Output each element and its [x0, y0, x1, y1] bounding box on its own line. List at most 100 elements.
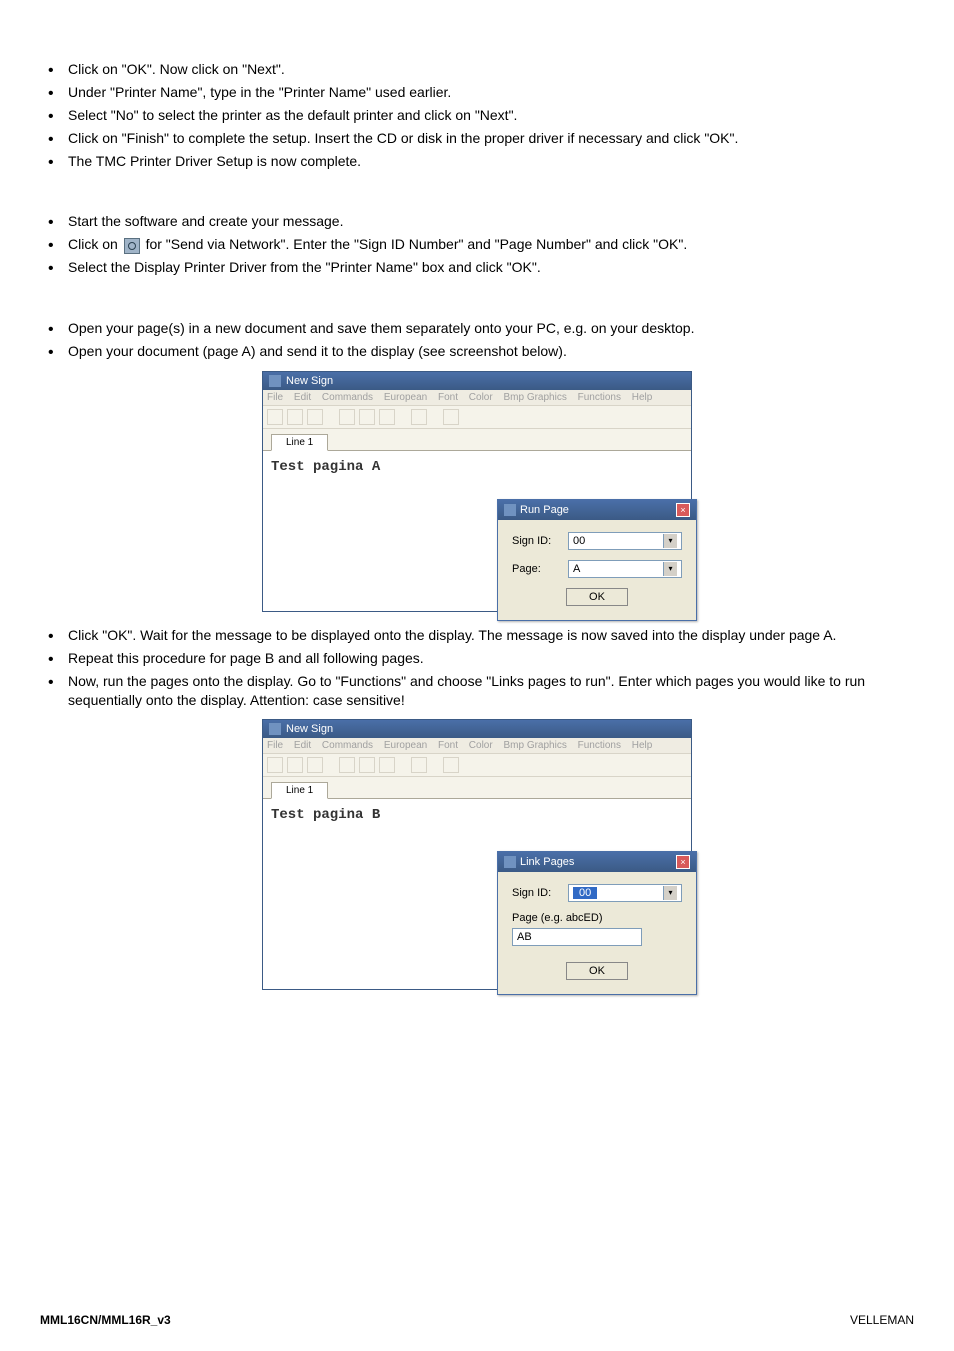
list-item: Under "Printer Name", type in the "Print… — [40, 83, 914, 102]
lan-icon — [124, 238, 140, 254]
canvas: Test pagina A Run Page × Sign ID: 00 ▾ — [263, 451, 691, 611]
page-value: A — [573, 563, 580, 575]
menu-item[interactable]: Edit — [294, 392, 311, 403]
sign-id-value: 00 — [573, 887, 597, 899]
list-item: Click on "OK". Now click on "Next". — [40, 60, 914, 79]
menubar: File Edit Commands European Font Color B… — [263, 738, 691, 754]
save-icon[interactable] — [307, 757, 323, 773]
list-item: Select the Display Printer Driver from t… — [40, 258, 914, 277]
cut-icon[interactable] — [339, 757, 355, 773]
canvas-text: Test pagina B — [271, 807, 683, 823]
open-icon[interactable] — [287, 757, 303, 773]
paste-icon[interactable] — [379, 757, 395, 773]
dialog-icon — [504, 856, 516, 868]
menubar: File Edit Commands European Font Color B… — [263, 390, 691, 406]
bullet-list-2: Start the software and create your messa… — [40, 212, 914, 277]
app-icon — [269, 375, 281, 387]
dialog-titlebar: Link Pages × — [498, 852, 696, 872]
menu-item[interactable]: Commands — [322, 392, 373, 403]
canvas-text: Test pagina A — [271, 459, 683, 475]
lan-icon[interactable] — [443, 409, 459, 425]
new-icon[interactable] — [267, 409, 283, 425]
menu-item[interactable]: Color — [469, 740, 493, 751]
list-item: Start the software and create your messa… — [40, 212, 914, 231]
chevron-down-icon[interactable]: ▾ — [663, 534, 677, 548]
run-page-dialog: Run Page × Sign ID: 00 ▾ Page: A ▾ — [497, 499, 697, 621]
sign-id-select[interactable]: 00 ▾ — [568, 884, 682, 902]
list-item: The TMC Printer Driver Setup is now comp… — [40, 152, 914, 171]
page-label: Page: — [512, 563, 560, 575]
lan-icon[interactable] — [443, 757, 459, 773]
dialog-icon — [504, 504, 516, 516]
close-icon[interactable]: × — [676, 855, 690, 869]
sign-id-select[interactable]: 00 ▾ — [568, 532, 682, 550]
footer-right: VELLEMAN — [850, 1313, 914, 1327]
tab-line1[interactable]: Line 1 — [271, 782, 328, 799]
copy-icon[interactable] — [359, 757, 375, 773]
list-item: Select "No" to select the printer as the… — [40, 106, 914, 125]
list-item: Open your page(s) in a new document and … — [40, 319, 914, 338]
menu-item[interactable]: Font — [438, 740, 458, 751]
menu-item[interactable]: File — [267, 740, 283, 751]
app-window-2: New Sign File Edit Commands European Fon… — [262, 719, 692, 990]
dialog-body: Sign ID: 00 ▾ Page: A ▾ OK — [498, 520, 696, 620]
menu-item[interactable]: Commands — [322, 740, 373, 751]
page-label: Page (e.g. abcED) — [512, 912, 682, 924]
cut-icon[interactable] — [339, 409, 355, 425]
toolbar — [263, 406, 691, 429]
chevron-down-icon[interactable]: ▾ — [663, 562, 677, 576]
menu-item[interactable]: Font — [438, 392, 458, 403]
link-pages-dialog: Link Pages × Sign ID: 00 ▾ Page (e.g. ab… — [497, 851, 697, 995]
toolbar — [263, 754, 691, 777]
open-icon[interactable] — [287, 409, 303, 425]
titlebar: New Sign — [263, 372, 691, 390]
menu-item[interactable]: Help — [632, 392, 653, 403]
window-title: New Sign — [286, 723, 333, 735]
paste-icon[interactable] — [379, 409, 395, 425]
titlebar: New Sign — [263, 720, 691, 738]
sign-id-label: Sign ID: — [512, 887, 560, 899]
list-item: Click "OK". Wait for the message to be d… — [40, 626, 914, 645]
page-value: AB — [517, 931, 532, 943]
tabbar: Line 1 — [263, 777, 691, 799]
run-icon[interactable] — [411, 409, 427, 425]
menu-item[interactable]: Color — [469, 392, 493, 403]
list-item: Click on "Finish" to complete the setup.… — [40, 129, 914, 148]
tab-line1[interactable]: Line 1 — [271, 434, 328, 451]
copy-icon[interactable] — [359, 409, 375, 425]
ok-button[interactable]: OK — [566, 588, 628, 606]
menu-item[interactable]: European — [384, 392, 427, 403]
menu-item[interactable]: File — [267, 392, 283, 403]
sign-id-label: Sign ID: — [512, 535, 560, 547]
menu-item[interactable]: Edit — [294, 740, 311, 751]
chevron-down-icon[interactable]: ▾ — [663, 886, 677, 900]
ok-button[interactable]: OK — [566, 962, 628, 980]
page-footer: MML16CN/MML16R_v3 VELLEMAN — [40, 1313, 914, 1327]
new-icon[interactable] — [267, 757, 283, 773]
menu-item[interactable]: Functions — [578, 740, 621, 751]
menu-item[interactable]: European — [384, 740, 427, 751]
list-item: Now, run the pages onto the display. Go … — [40, 672, 914, 710]
page-select[interactable]: A ▾ — [568, 560, 682, 578]
close-icon[interactable]: × — [676, 503, 690, 517]
menu-item[interactable]: Bmp Graphics — [503, 740, 566, 751]
text-pre: Click on — [68, 236, 122, 252]
run-icon[interactable] — [411, 757, 427, 773]
bullet-list-4: Click "OK". Wait for the message to be d… — [40, 626, 914, 710]
bullet-list-3: Open your page(s) in a new document and … — [40, 319, 914, 361]
app-icon — [269, 723, 281, 735]
save-icon[interactable] — [307, 409, 323, 425]
page-input[interactable]: AB — [512, 928, 642, 946]
menu-item[interactable]: Bmp Graphics — [503, 392, 566, 403]
canvas: Test pagina B Link Pages × Sign ID: 00 ▾… — [263, 799, 691, 989]
menu-item[interactable]: Functions — [578, 392, 621, 403]
text-post: for "Send via Network". Enter the "Sign … — [146, 236, 688, 252]
bullet-list-1: Click on "OK". Now click on "Next". Unde… — [40, 60, 914, 170]
sign-id-value: 00 — [573, 535, 585, 547]
footer-left: MML16CN/MML16R_v3 — [40, 1313, 171, 1327]
list-item: Click on for "Send via Network". Enter t… — [40, 235, 914, 254]
dialog-title: Link Pages — [520, 856, 574, 868]
dialog-body: Sign ID: 00 ▾ Page (e.g. abcED) AB OK — [498, 872, 696, 994]
list-item: Open your document (page A) and send it … — [40, 342, 914, 361]
menu-item[interactable]: Help — [632, 740, 653, 751]
